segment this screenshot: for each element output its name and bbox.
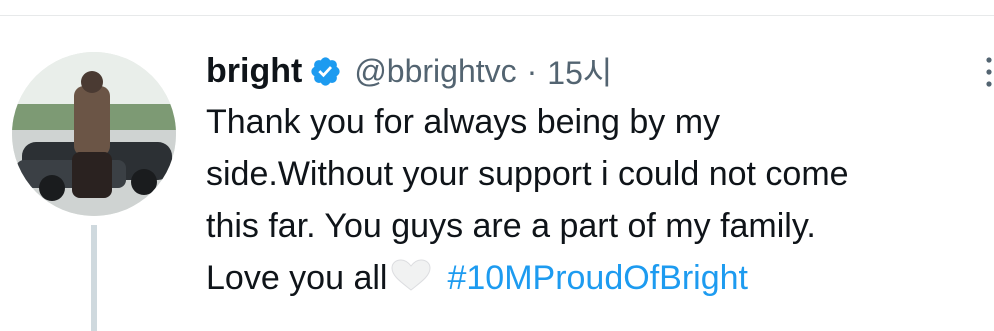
timestamp[interactable]: 15시 bbox=[547, 48, 612, 94]
white-heart-icon bbox=[391, 259, 431, 291]
tweet-text: Thank you for always being by my side.Wi… bbox=[206, 96, 976, 304]
tweet-text-fragment: Love you all bbox=[206, 259, 388, 297]
handle[interactable]: @bbrightvc bbox=[354, 53, 516, 90]
more-options-icon[interactable] bbox=[984, 54, 994, 90]
top-divider bbox=[0, 15, 994, 16]
avatar[interactable] bbox=[12, 52, 176, 216]
tweet-text-line: Love you all #10MProudOfBright bbox=[206, 252, 976, 304]
hashtag-link[interactable]: #10MProudOfBright bbox=[447, 259, 748, 297]
display-name[interactable]: bright bbox=[206, 52, 302, 91]
tweet-header: bright @bbrightvc · 15시 bbox=[206, 48, 976, 94]
tweet-text-line: side.Without your support i could not co… bbox=[206, 155, 849, 193]
tweet-text-line: this far. You guys are a part of my fami… bbox=[206, 207, 816, 245]
tweet: bright @bbrightvc · 15시 Thank you for al… bbox=[206, 48, 976, 304]
separator-dot: · bbox=[526, 52, 538, 89]
thread-line bbox=[91, 225, 97, 331]
tweet-screenshot: bright @bbrightvc · 15시 Thank you for al… bbox=[0, 0, 994, 331]
tweet-text-line: Thank you for always being by my bbox=[206, 103, 721, 141]
verified-badge-icon bbox=[311, 56, 340, 86]
